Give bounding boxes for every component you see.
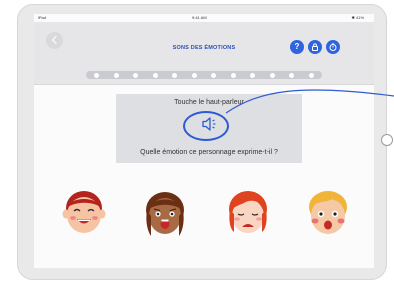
callout-line — [225, 89, 394, 114]
